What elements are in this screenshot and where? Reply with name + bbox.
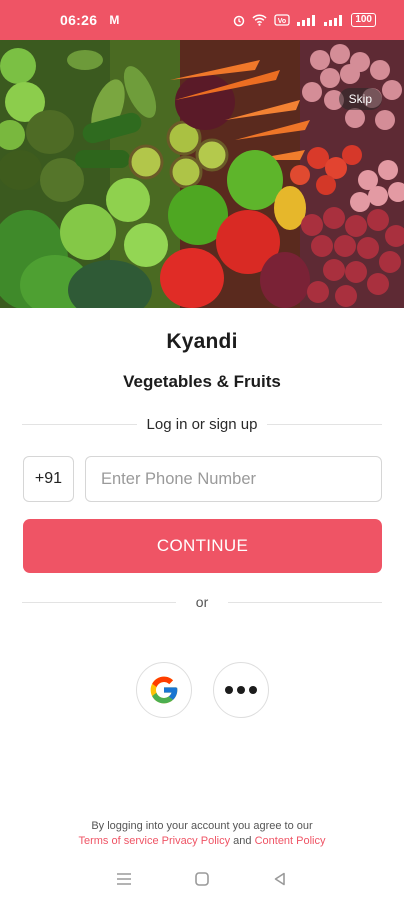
signal-icon (297, 14, 316, 26)
volte-icon: Vo (274, 14, 290, 26)
legal-and: and (233, 835, 252, 847)
status-time: 06:26 (60, 12, 98, 28)
skip-button[interactable]: Skip (338, 88, 382, 110)
app-subtitle: Vegetables & Fruits (123, 372, 281, 391)
divider-line (267, 424, 383, 425)
home-nav-button[interactable] (190, 867, 214, 891)
continue-button[interactable]: CONTINUE (23, 519, 382, 573)
wifi-icon (252, 14, 267, 26)
status-bar: 06:26 M Vo 100 (0, 0, 404, 40)
app-notification-icon: M (109, 13, 120, 27)
content-policy-link[interactable]: Content Policy (255, 835, 326, 847)
produce-illustration (0, 40, 404, 308)
login-divider: Log in or sign up (22, 416, 383, 433)
divider-line (22, 424, 137, 425)
hero-image: Skip (0, 40, 404, 308)
terms-of-service-link[interactable]: Terms of service (78, 835, 158, 847)
back-nav-button[interactable] (268, 867, 292, 891)
or-text: or (195, 594, 209, 610)
legal-prefix: By logging into your account you agree t… (91, 820, 313, 832)
phone-number-input[interactable] (85, 456, 382, 502)
google-icon (150, 676, 178, 704)
or-divider: or (22, 594, 383, 610)
menu-icon (117, 873, 131, 885)
divider-line (22, 601, 176, 603)
app-name: Kyandi (166, 330, 238, 353)
legal-text: By logging into your account you agree t… (0, 819, 404, 849)
signal-icon (324, 14, 343, 26)
svg-text:Vo: Vo (278, 18, 286, 25)
more-options-icon (225, 686, 257, 694)
google-login-button[interactable] (136, 662, 192, 718)
battery-icon: 100 (351, 13, 376, 27)
country-code-selector[interactable]: +91 (23, 456, 74, 502)
divider-line (228, 601, 383, 603)
status-icons: Vo 100 (233, 13, 376, 27)
home-icon (195, 872, 209, 886)
privacy-policy-link[interactable]: Privacy Policy (162, 835, 230, 847)
menu-nav-button[interactable] (112, 867, 136, 891)
alarm-icon (234, 15, 245, 26)
system-nav-bar (0, 858, 404, 900)
login-divider-text: Log in or sign up (146, 416, 258, 433)
back-icon (274, 872, 285, 886)
more-options-button[interactable] (213, 662, 269, 718)
